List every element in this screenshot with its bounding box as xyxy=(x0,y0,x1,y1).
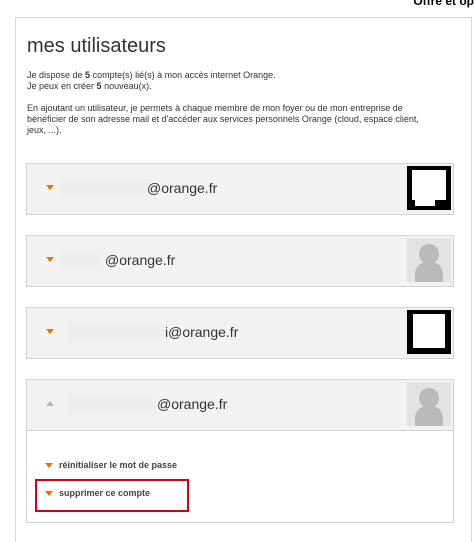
intro-paragraph: En ajoutant un utilisateur, je permets à… xyxy=(27,103,419,135)
intro-text: Je dispose de 5 compte(s) lié(s) à mon a… xyxy=(27,70,437,136)
account-email: @orange.fr xyxy=(105,252,176,268)
account-item[interactable]: @orange.fr xyxy=(26,163,454,215)
redacted-username xyxy=(61,252,103,268)
photo-avatar xyxy=(407,310,451,354)
chevron-down-icon[interactable] xyxy=(46,185,54,190)
account-email: i@orange.fr xyxy=(165,324,239,340)
page-title: mes utilisateurs xyxy=(27,35,166,57)
users-panel: mes utilisateurs Je dispose de 5 compte(… xyxy=(15,17,472,542)
photo-avatar xyxy=(407,166,451,210)
account-item-expanded[interactable]: @orange.fr xyxy=(26,379,454,431)
redacted-username xyxy=(67,396,155,412)
generic-user-avatar xyxy=(407,382,451,426)
account-item[interactable]: i@orange.fr xyxy=(26,307,454,359)
redacted-username xyxy=(67,324,163,340)
account-email: @orange.fr xyxy=(157,396,228,412)
account-email: @orange.fr xyxy=(147,180,218,196)
redacted-username xyxy=(61,180,147,196)
delete-account-highlight xyxy=(35,479,189,512)
generic-user-avatar xyxy=(407,238,451,282)
reset-password-link[interactable]: réinitialiser le mot de passe xyxy=(45,460,177,470)
accounts-count-line: Je dispose de 5 compte(s) lié(s) à mon a… xyxy=(27,70,276,80)
account-item[interactable]: @orange.fr xyxy=(26,235,454,287)
chevron-down-icon xyxy=(45,463,53,468)
creatable-count-line: Je peux en créer 5 nouveau(x). xyxy=(27,81,152,91)
chevron-down-icon[interactable] xyxy=(46,329,54,334)
chevron-down-icon[interactable] xyxy=(46,257,54,262)
header-offer-link[interactable]: Offre et op xyxy=(413,0,474,8)
chevron-up-icon[interactable] xyxy=(46,401,54,406)
